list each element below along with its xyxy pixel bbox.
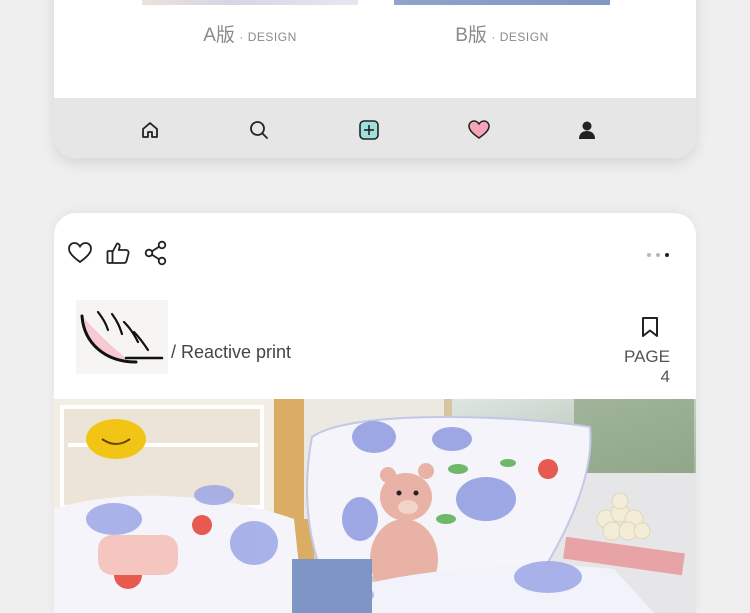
version-b-letter: B版 <box>455 25 487 46</box>
heart-icon[interactable] <box>467 118 491 142</box>
version-a-thumbnail[interactable] <box>142 0 358 5</box>
home-icon[interactable] <box>138 118 162 142</box>
carousel-dot[interactable] <box>647 253 651 257</box>
heart-icon[interactable] <box>67 240 93 266</box>
version-b-label: B版 · DESIGN <box>394 20 610 47</box>
version-a-label: A版 · DESIGN <box>142 20 358 47</box>
page-number: PAGE 4 <box>624 347 670 386</box>
feather-illustration <box>76 300 168 374</box>
carousel-indicator <box>647 253 669 257</box>
version-a-letter: A版 <box>203 25 235 46</box>
bottom-tab-bar <box>54 98 696 158</box>
post-caption: / Reactive print <box>171 342 292 362</box>
version-a-tag: · DESIGN <box>239 30 297 44</box>
thumbs-up-icon[interactable] <box>105 240 131 266</box>
profile-icon[interactable] <box>575 118 599 142</box>
bookmark-icon[interactable] <box>640 316 660 338</box>
carousel-dot[interactable] <box>656 253 660 257</box>
version-b-thumbnail[interactable] <box>394 0 610 5</box>
bedding-photo[interactable] <box>54 399 696 613</box>
add-icon[interactable] <box>357 118 381 142</box>
post-card: / Reactive print PAGE 4 <box>54 213 696 613</box>
search-icon[interactable] <box>247 118 271 142</box>
version-b-tag: · DESIGN <box>491 30 549 44</box>
top-card: A版 · DESIGN B版 · DESIGN <box>54 0 696 158</box>
share-icon[interactable] <box>143 240 169 266</box>
carousel-dot-active[interactable] <box>665 253 669 257</box>
